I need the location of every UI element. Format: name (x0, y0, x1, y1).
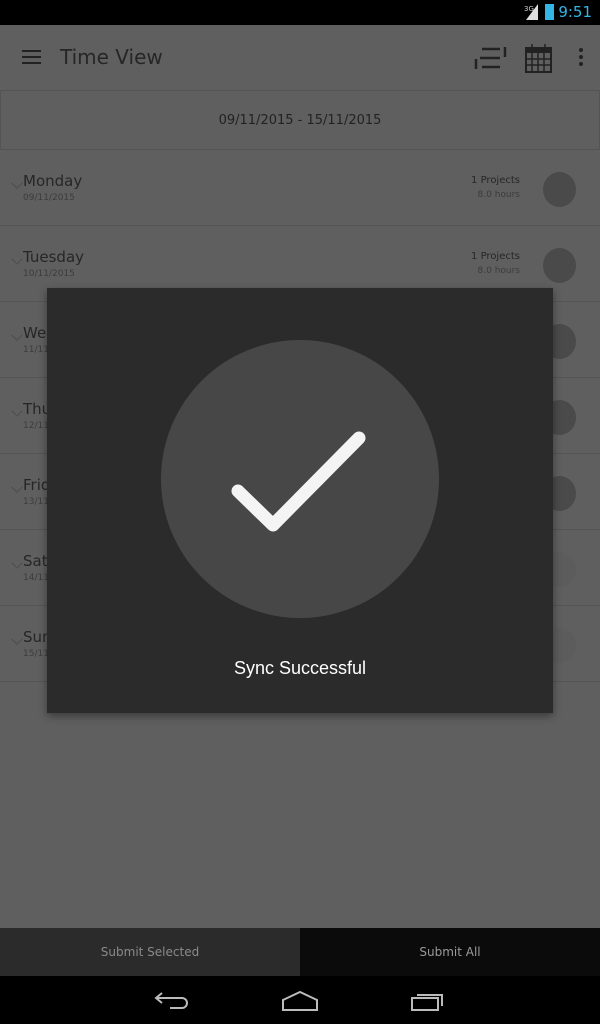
project-count: 1 Projects (471, 175, 520, 186)
recent-apps-icon[interactable] (410, 990, 446, 1012)
submit-all-button[interactable]: Submit All (300, 928, 600, 976)
chevron-down-icon[interactable] (11, 405, 23, 417)
sort-icon[interactable] (474, 43, 510, 73)
day-name: Tuesday (23, 248, 85, 266)
sync-dialog: Sync Successful (47, 288, 553, 713)
status-bar: 3G 9:51 (0, 0, 600, 25)
sync-message: Sync Successful (233, 658, 367, 678)
chevron-down-icon[interactable] (11, 481, 23, 493)
chevron-down-icon[interactable] (11, 177, 23, 189)
submit-selected-button[interactable]: Submit Selected (0, 928, 300, 976)
day-date: 09/11/2015 (23, 193, 75, 203)
app-bar: Time View (0, 25, 600, 90)
day-name: Monday (23, 172, 83, 190)
date-range-selector[interactable]: 09/11/2015 - 15/11/2015 (0, 90, 600, 150)
chevron-down-icon[interactable] (11, 253, 23, 265)
signal-icon: 3G (524, 4, 538, 20)
project-count: 1 Projects (471, 251, 520, 262)
status-indicator[interactable] (543, 172, 576, 207)
hours: 8.0 hours (477, 266, 520, 276)
home-icon[interactable] (281, 990, 319, 1012)
menu-icon[interactable] (22, 50, 41, 64)
nav-bar (0, 976, 600, 1024)
bottom-bar: Submit Selected Submit All (0, 928, 600, 976)
chevron-down-icon[interactable] (11, 557, 23, 569)
status-indicator[interactable] (543, 248, 576, 283)
clock: 9:51 (558, 3, 592, 21)
page-title: Time View (60, 45, 163, 69)
chevron-down-icon[interactable] (11, 329, 23, 341)
back-icon[interactable] (154, 990, 190, 1012)
hours: 8.0 hours (477, 190, 520, 200)
day-date: 10/11/2015 (23, 269, 75, 279)
chevron-down-icon[interactable] (11, 633, 23, 645)
battery-charging-icon (545, 4, 554, 20)
success-circle (161, 340, 439, 618)
checkmark-icon (231, 431, 366, 532)
calendar-icon[interactable] (525, 43, 553, 73)
overflow-menu-icon[interactable] (577, 43, 585, 73)
day-row[interactable]: Monday 09/11/2015 1 Projects 8.0 hours (0, 150, 600, 226)
